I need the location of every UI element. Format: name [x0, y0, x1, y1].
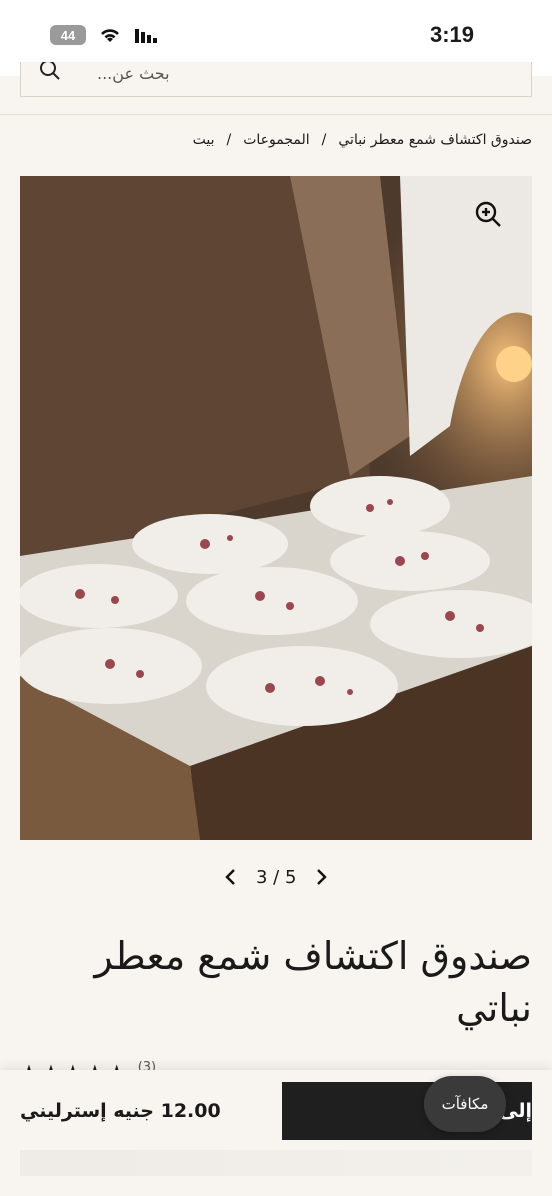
- battery-icon: 44: [50, 25, 86, 45]
- search-placeholder: بحث عن...: [97, 64, 170, 83]
- chevron-left-icon: [225, 869, 235, 885]
- signal-icon: [135, 29, 157, 43]
- rewards-button[interactable]: مكافآت: [424, 1076, 506, 1132]
- product-title: صندوق اكتشاف شمع معطر نباتي: [20, 930, 532, 1034]
- chevron-right-icon: [317, 869, 328, 885]
- zoom-in-icon[interactable]: [472, 198, 504, 230]
- breadcrumb-separator: /: [226, 132, 232, 148]
- battery-level: 44: [60, 27, 76, 43]
- status-time: 3:19: [429, 22, 474, 47]
- breadcrumb-current: صندوق اكتشاف شمع معطر نباتي: [338, 132, 532, 148]
- price: 12.00 جنيه إسترليني: [20, 1100, 221, 1122]
- breadcrumb: بيت / المجموعات / صندوق اكتشاف شمع معطر …: [20, 132, 532, 154]
- faded-content: [20, 1150, 532, 1176]
- product-title-line2: نباتي: [456, 986, 532, 1030]
- gallery-pager: 3 / 5: [222, 866, 330, 888]
- next-image-button[interactable]: [314, 866, 330, 888]
- rewards-label: مكافآت: [441, 1095, 489, 1113]
- status-icons: 44: [50, 25, 158, 45]
- sticky-purchase-bar: 12.00 جنيه إسترليني إلى السلة مكافآت: [0, 1070, 552, 1196]
- breadcrumb-home[interactable]: بيت: [193, 132, 215, 154]
- breadcrumb-separator: /: [321, 132, 327, 148]
- product-photo: [20, 176, 532, 840]
- previous-image-button[interactable]: [222, 866, 238, 888]
- gallery-counter: 3 / 5: [256, 866, 297, 888]
- search-bar: بحث عن...: [0, 62, 552, 115]
- wifi-icon: [101, 29, 119, 42]
- product-image[interactable]: [20, 176, 532, 840]
- search-input[interactable]: بحث عن...: [20, 62, 532, 97]
- breadcrumb-collections[interactable]: المجموعات: [243, 132, 309, 154]
- search-icon: [40, 62, 60, 80]
- product-title-line1: صندوق اكتشاف شمع معطر: [94, 934, 532, 978]
